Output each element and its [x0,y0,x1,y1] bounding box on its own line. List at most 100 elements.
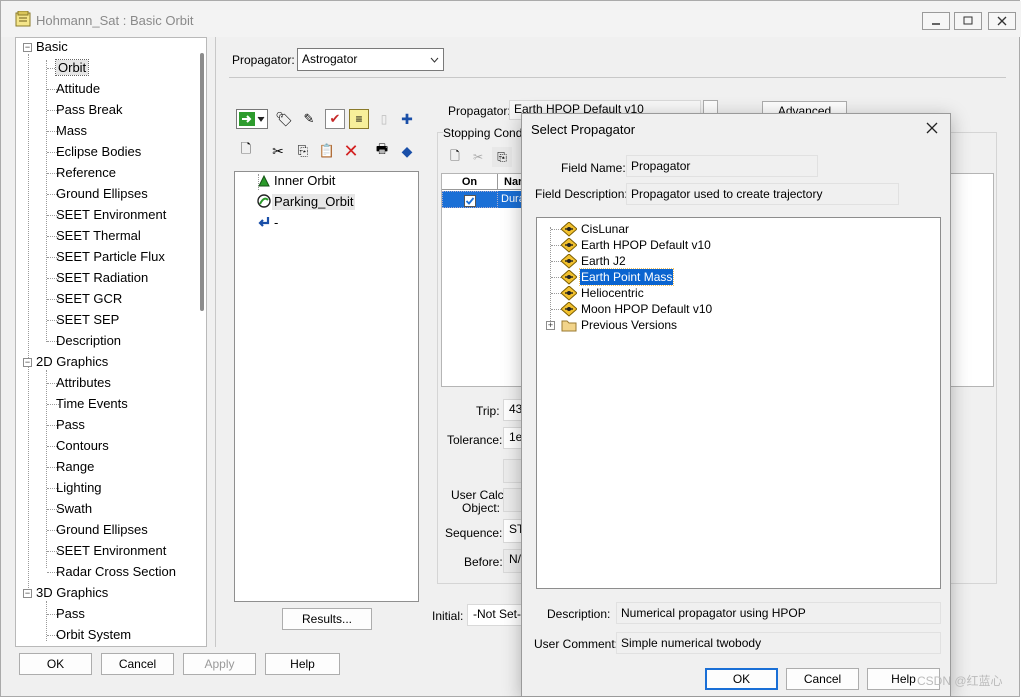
propagator-cislunar[interactable]: CisLunar [581,221,629,237]
propagator-icon [561,286,577,301]
cut-icon: ✂ [272,142,284,159]
collapse-2d-graphics-toggle[interactable]: − [23,358,32,367]
tree-item-seet-environment-2d[interactable]: SEET Environment [56,540,166,561]
tree-item-description[interactable]: Description [56,330,121,351]
add-component-button[interactable]: ✚ [397,109,417,129]
tree-item-lighting[interactable]: Lighting [56,477,102,498]
checklist-icon: ✔ [329,111,341,126]
stop-condition-row-on[interactable] [442,191,498,208]
check-button[interactable]: ✔ [325,109,345,129]
maximize-button[interactable] [954,12,982,30]
segment-end[interactable]: - [274,215,278,231]
user-calc-label: User Calc [451,488,504,502]
tree-item-pass[interactable]: Pass [56,414,85,435]
cut-button[interactable]: ✂ [268,141,288,161]
propagator-label: Propagator: [232,53,295,67]
help-button[interactable]: Help [265,653,340,675]
propagator-select[interactable]: Astrogator [297,48,444,71]
tree-item-ground-ellipses-2d[interactable]: Ground Ellipses [56,519,148,540]
previous-versions-folder[interactable]: Previous Versions [581,317,677,333]
propagator-moon-hpop[interactable]: Moon HPOP Default v10 [581,301,712,317]
tag-segment-button[interactable]: 🏷 [274,109,294,129]
tree-item-seet-thermal[interactable]: SEET Thermal [56,225,141,246]
description-label: Description: [547,607,611,621]
library-button[interactable]: ◆ [397,141,417,161]
tree-group-2d-graphics[interactable]: 2D Graphics [36,351,108,372]
tree-item-eclipse-bodies[interactable]: Eclipse Bodies [56,141,141,162]
notes-button[interactable]: ≡ [349,109,369,129]
print-icon: 🖶 [375,141,389,156]
delete-button[interactable]: ✕ [341,141,361,161]
checkbox-checked-icon[interactable] [464,195,476,207]
initial-label: Initial: [432,609,464,623]
maximize-icon [963,16,973,25]
close-window-button[interactable] [988,12,1016,30]
dialog-close-button[interactable] [926,119,938,137]
trip-label: Trip: [476,404,500,418]
user-comment-label: User Comment: [534,637,619,651]
apply-button[interactable]: Apply [183,653,256,675]
cancel-button[interactable]: Cancel [101,653,174,675]
tree-item-attributes[interactable]: Attributes [56,372,111,393]
tree-item-pass-3d[interactable]: Pass [56,603,85,624]
user-calc-object-label: Object: [462,501,501,515]
title-bar: Hohmann_Sat : Basic Orbit [1,1,1021,37]
tree-group-basic[interactable]: Basic [36,38,68,57]
tree-item-ground-ellipses[interactable]: Ground Ellipses [56,183,148,204]
field-description-label: Field Description: [535,187,628,201]
window-title: Hohmann_Sat : Basic Orbit [36,13,194,28]
tree-item-orbit[interactable]: Orbit [54,59,90,76]
column-on: On [442,174,498,190]
tree-item-time-events[interactable]: Time Events [56,393,128,414]
disabled-doc-button[interactable]: ▯ [374,109,394,129]
ok-button[interactable]: OK [19,653,92,675]
tree-item-mass[interactable]: Mass [56,120,87,141]
tree-item-seet-particle-flux[interactable]: SEET Particle Flux [56,246,165,267]
insert-segment-button[interactable] [236,109,268,129]
tree-item-contours[interactable]: Contours [56,435,109,456]
field-name-value: Propagator [626,155,818,177]
cut-stop-condition-button[interactable]: ✂ [468,147,488,167]
tree-item-radar-cross-section[interactable]: Radar Cross Section [56,561,176,582]
tree-item-seet-sep[interactable]: SEET SEP [56,309,119,330]
new-button[interactable]: 🗋 [236,141,256,161]
print-button[interactable]: 🖶 [372,141,392,161]
copy-button[interactable]: ⎘ [293,141,313,161]
mission-control-sequence[interactable]: Inner Orbit Parking_Orbit - [234,171,419,602]
results-button[interactable]: Results... [282,608,372,630]
propagator-earth-point-mass[interactable]: Earth Point Mass [578,268,675,286]
tree-item-reference[interactable]: Reference [56,162,116,183]
dialog-cancel-button[interactable]: Cancel [786,668,859,690]
insert-arrow-icon [239,112,265,126]
collapse-3d-graphics-toggle[interactable]: − [23,589,32,598]
propagator-earth-hpop[interactable]: Earth HPOP Default v10 [581,237,711,253]
paste-button[interactable]: 📋 [317,141,337,161]
initial-field[interactable]: -Not Set- [467,604,527,626]
tree-item-swath[interactable]: Swath [56,498,92,519]
user-comment-value[interactable]: Simple numerical twobody [616,632,941,654]
tree-item-seet-radiation[interactable]: SEET Radiation [56,267,148,288]
segment-inner-orbit[interactable]: Inner Orbit [274,173,335,189]
tree-item-orbit-system[interactable]: Orbit System [56,624,131,645]
collapse-basic-toggle[interactable]: − [23,43,32,52]
new-stop-condition-button[interactable]: 🗋 [445,147,465,167]
propagator-tree[interactable]: CisLunar Earth HPOP Default v10 Earth J2… [536,217,941,589]
tree-scrollbar[interactable] [200,53,204,311]
tree-item-range[interactable]: Range [56,456,94,477]
dialog-ok-button[interactable]: OK [705,668,778,690]
tree-item-seet-environment[interactable]: SEET Environment [56,204,166,225]
expand-previous-versions-toggle[interactable]: + [546,321,555,330]
propagator-heliocentric[interactable]: Heliocentric [581,285,644,301]
tree-item-seet-gcr[interactable]: SEET GCR [56,288,122,309]
tree-item-attitude[interactable]: Attitude [56,78,100,99]
tree-group-3d-graphics[interactable]: 3D Graphics [36,582,108,603]
new-icon: 🗋 [450,148,460,163]
notes-icon: ≡ [355,112,363,126]
brush-button[interactable]: ✎ [299,109,319,129]
minimize-button[interactable] [922,12,950,30]
properties-tree[interactable]: − Basic Orbit Attitude Pass Break Mass E… [15,37,207,647]
segment-parking-orbit[interactable]: Parking_Orbit [272,194,356,210]
tree-item-pass-break[interactable]: Pass Break [56,99,122,120]
propagator-earth-j2[interactable]: Earth J2 [581,253,626,269]
copy-stop-condition-button[interactable]: ⎘ [492,147,512,167]
